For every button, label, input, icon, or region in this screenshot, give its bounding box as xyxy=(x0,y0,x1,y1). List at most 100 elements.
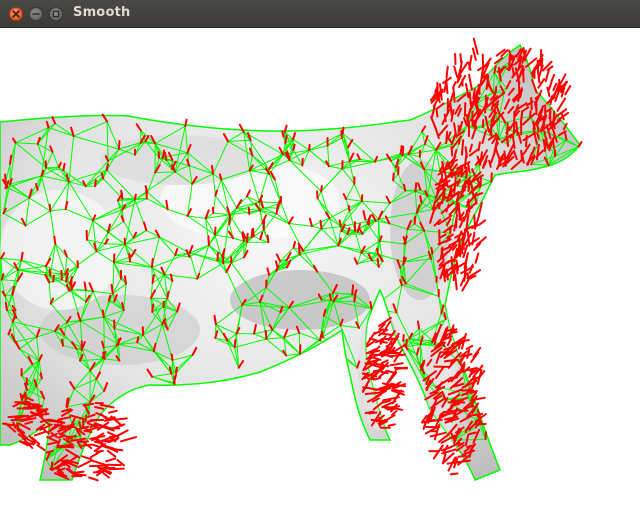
normal-vector xyxy=(328,293,332,302)
normal-vector xyxy=(376,257,380,268)
normal-vector xyxy=(461,389,472,392)
normal-vector xyxy=(459,53,463,64)
normal-vector xyxy=(88,476,99,482)
normal-vector xyxy=(405,338,408,348)
normal-vector xyxy=(467,163,471,174)
normal-vector xyxy=(468,73,473,91)
normal-vector xyxy=(108,438,118,442)
normal-vector xyxy=(522,66,525,83)
normal-vector xyxy=(457,454,467,458)
normal-vector xyxy=(102,351,106,360)
normal-vector xyxy=(233,339,237,349)
normal-vector xyxy=(430,247,434,255)
normal-vector xyxy=(484,431,487,441)
normal-vector xyxy=(117,140,121,151)
normal-vector xyxy=(468,263,474,274)
normal-vector xyxy=(403,183,407,192)
normal-vector xyxy=(228,214,232,226)
normal-vector xyxy=(506,122,509,136)
normal-vector xyxy=(175,366,178,374)
mesh-edge xyxy=(105,243,126,245)
normal-vector xyxy=(120,189,124,200)
normal-vector xyxy=(320,185,323,193)
normal-vector xyxy=(213,314,217,326)
normal-vector xyxy=(117,338,120,346)
normal-vector xyxy=(213,226,217,236)
normal-vector xyxy=(384,414,396,422)
maximize-button[interactable] xyxy=(49,7,63,21)
normal-vector xyxy=(207,235,210,247)
normal-vector xyxy=(429,431,447,438)
normal-vector xyxy=(399,145,403,155)
normal-vector xyxy=(52,274,55,283)
normal-vector xyxy=(461,184,465,193)
normal-vector xyxy=(184,118,188,128)
normal-vector xyxy=(365,349,381,355)
normal-vector xyxy=(9,154,13,165)
normal-vector xyxy=(266,234,270,244)
normal-vector xyxy=(110,283,114,295)
close-icon xyxy=(12,10,20,18)
normal-vector xyxy=(548,80,553,91)
normal-vector xyxy=(452,264,456,282)
render-viewport[interactable] xyxy=(0,28,640,508)
normal-vector xyxy=(81,455,92,461)
normal-vector xyxy=(165,199,169,211)
normal-vector xyxy=(107,409,118,414)
normal-vector xyxy=(550,73,556,82)
normal-vector xyxy=(105,457,117,463)
window-title: Smooth xyxy=(73,5,131,20)
normal-vector xyxy=(20,251,24,262)
close-button[interactable] xyxy=(9,7,23,21)
normal-vector xyxy=(402,334,405,342)
minimize-button[interactable] xyxy=(29,7,43,21)
normal-vector xyxy=(414,182,418,193)
normal-vector xyxy=(120,436,137,443)
normal-vector xyxy=(393,366,408,370)
normal-vector xyxy=(246,232,249,244)
normal-vector xyxy=(465,344,474,350)
normal-vector xyxy=(435,108,439,118)
normal-vector xyxy=(464,405,475,409)
normal-vector xyxy=(387,423,396,427)
normal-vector xyxy=(241,232,245,243)
normal-vector xyxy=(385,371,398,386)
mesh-render xyxy=(0,37,583,482)
normal-vector xyxy=(114,417,128,421)
normal-vector xyxy=(460,139,465,156)
normal-vector xyxy=(319,219,323,230)
normal-vector xyxy=(53,235,57,245)
normal-vector xyxy=(92,470,105,474)
normal-vector xyxy=(88,464,107,468)
normal-vector xyxy=(549,95,554,106)
app-window: Smooth xyxy=(0,0,640,508)
normal-vector xyxy=(60,338,64,347)
normal-vector xyxy=(441,195,445,205)
normal-vector xyxy=(102,472,110,479)
normal-vector xyxy=(151,274,155,285)
normal-vector xyxy=(452,86,456,103)
normal-vector xyxy=(123,275,127,285)
normal-vector xyxy=(7,414,26,419)
normal-vector xyxy=(133,193,137,201)
normal-vector xyxy=(372,353,388,357)
normal-vector xyxy=(48,268,52,277)
title-bar[interactable]: Smooth xyxy=(0,0,640,28)
normal-vector xyxy=(474,252,480,264)
normal-vector xyxy=(556,97,567,112)
normal-vector xyxy=(4,301,8,312)
normal-vector xyxy=(443,312,447,321)
normal-vector xyxy=(564,85,572,96)
normal-vector xyxy=(62,162,66,172)
normal-vector xyxy=(519,110,524,124)
normal-vector xyxy=(493,64,497,74)
normal-vector xyxy=(370,418,386,422)
normal-vector xyxy=(376,247,379,256)
normal-vector xyxy=(36,444,46,451)
normal-vector xyxy=(417,320,421,330)
normal-vector xyxy=(60,269,63,281)
normal-vector xyxy=(65,397,69,408)
normal-vector xyxy=(477,141,481,152)
normal-vector xyxy=(449,102,453,117)
normal-vector xyxy=(402,256,406,263)
